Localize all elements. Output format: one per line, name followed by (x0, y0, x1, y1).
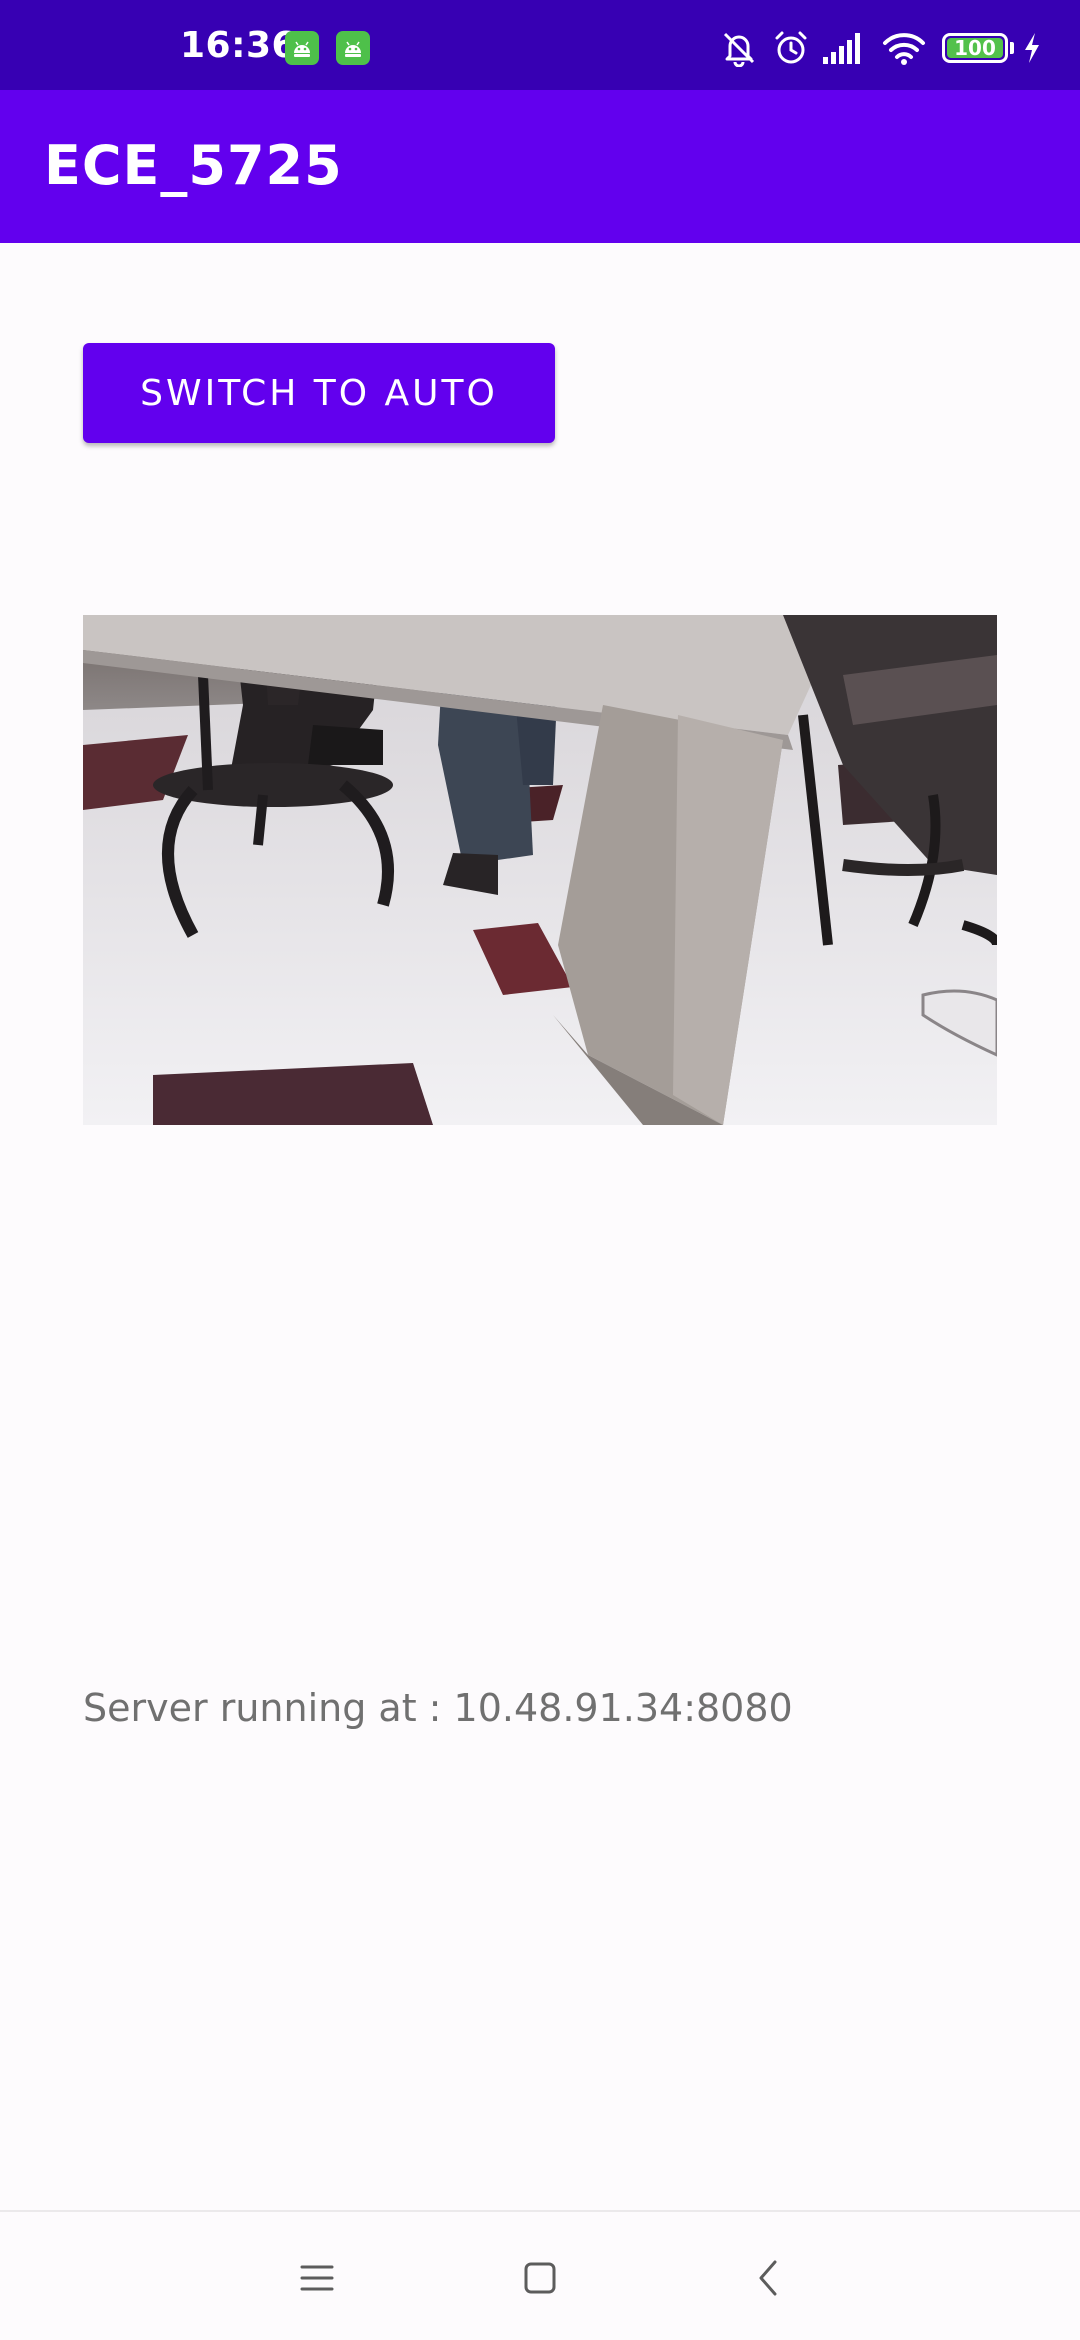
status-bar: 16:36 100 (0, 0, 1080, 90)
home-icon[interactable] (500, 2238, 580, 2318)
battery-icon: 100 (942, 33, 1008, 63)
cellular-signal-icon (822, 31, 866, 65)
android-badge-icon (336, 31, 370, 65)
charging-bolt-icon (1022, 32, 1042, 64)
navigation-bar (0, 2210, 1080, 2340)
app-bar: ECE_5725 (0, 90, 1080, 243)
bell-muted-icon (720, 29, 758, 67)
battery-nub (1010, 42, 1014, 54)
app-title: ECE_5725 (44, 134, 343, 197)
screen: 16:36 100 ECE_5725 SWITCH TO AUTO Server… (0, 0, 1080, 2340)
server-status-text: Server running at : 10.48.91.34:8080 (83, 1686, 793, 1730)
switch-mode-button[interactable]: SWITCH TO AUTO (83, 343, 555, 443)
back-icon[interactable] (728, 2238, 808, 2318)
android-badge-icon (285, 31, 319, 65)
status-icons: 100 (700, 0, 1080, 90)
alarm-icon (772, 29, 810, 67)
battery-text: 100 (954, 36, 996, 60)
menu-icon[interactable] (277, 2238, 357, 2318)
camera-feed-image (83, 615, 997, 1125)
status-time: 16:36 (180, 25, 298, 66)
wifi-icon (882, 30, 926, 66)
